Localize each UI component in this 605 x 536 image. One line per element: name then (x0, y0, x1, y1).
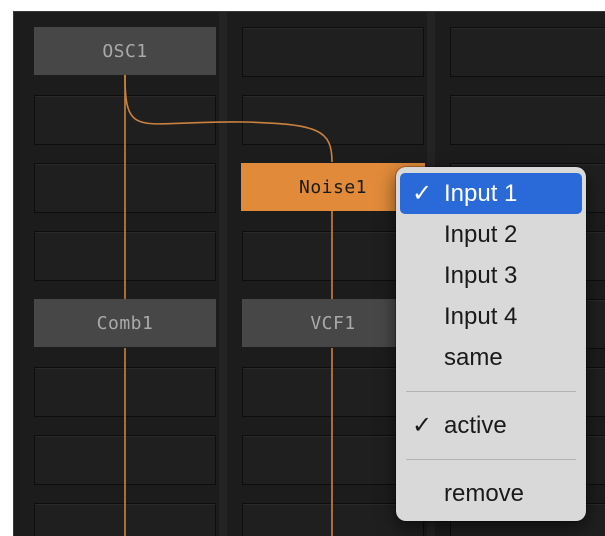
column-divider (219, 12, 227, 536)
menu-item-input-4[interactable]: Input 4 (400, 296, 582, 337)
menu-item-active[interactable]: ✓ active (400, 405, 582, 446)
empty-slot[interactable] (242, 27, 424, 77)
menu-item-label: Input 3 (444, 262, 518, 289)
empty-slot[interactable] (34, 367, 216, 417)
module-comb1[interactable]: Comb1 (34, 299, 216, 347)
empty-slot[interactable] (34, 95, 216, 145)
module-label: Comb1 (96, 312, 154, 334)
checkmark-icon: ✓ (412, 412, 433, 439)
menu-item-remove[interactable]: remove (400, 473, 582, 514)
menu-separator (406, 391, 576, 392)
menu-item-label: Input 4 (444, 303, 518, 330)
menu-item-label: active (444, 412, 507, 439)
menu-item-label: Input 1 (444, 180, 518, 207)
empty-slot[interactable] (34, 435, 216, 485)
empty-slot[interactable] (34, 163, 216, 213)
empty-slot[interactable] (34, 503, 216, 536)
menu-separator (406, 459, 576, 460)
empty-slot[interactable] (242, 95, 424, 145)
empty-slot[interactable] (450, 27, 605, 77)
menu-item-label: same (444, 344, 503, 371)
menu-item-label: remove (444, 480, 525, 507)
module-label: Noise1 (298, 176, 368, 198)
module-label: VCF1 (310, 312, 356, 334)
menu-item-same[interactable]: same (400, 337, 582, 378)
menu-item-input-1[interactable]: ✓ Input 1 (400, 173, 582, 214)
menu-item-label: Input 2 (444, 221, 518, 248)
module-label: OSC1 (102, 40, 148, 62)
context-menu: ✓ Input 1 Input 2 Input 3 Input 4 same ✓… (396, 167, 586, 521)
module-osc1[interactable]: OSC1 (34, 27, 216, 75)
checkmark-icon: ✓ (412, 180, 433, 207)
menu-item-input-3[interactable]: Input 3 (400, 255, 582, 296)
empty-slot[interactable] (34, 231, 216, 281)
empty-slot[interactable] (450, 95, 605, 145)
menu-item-input-2[interactable]: Input 2 (400, 214, 582, 255)
